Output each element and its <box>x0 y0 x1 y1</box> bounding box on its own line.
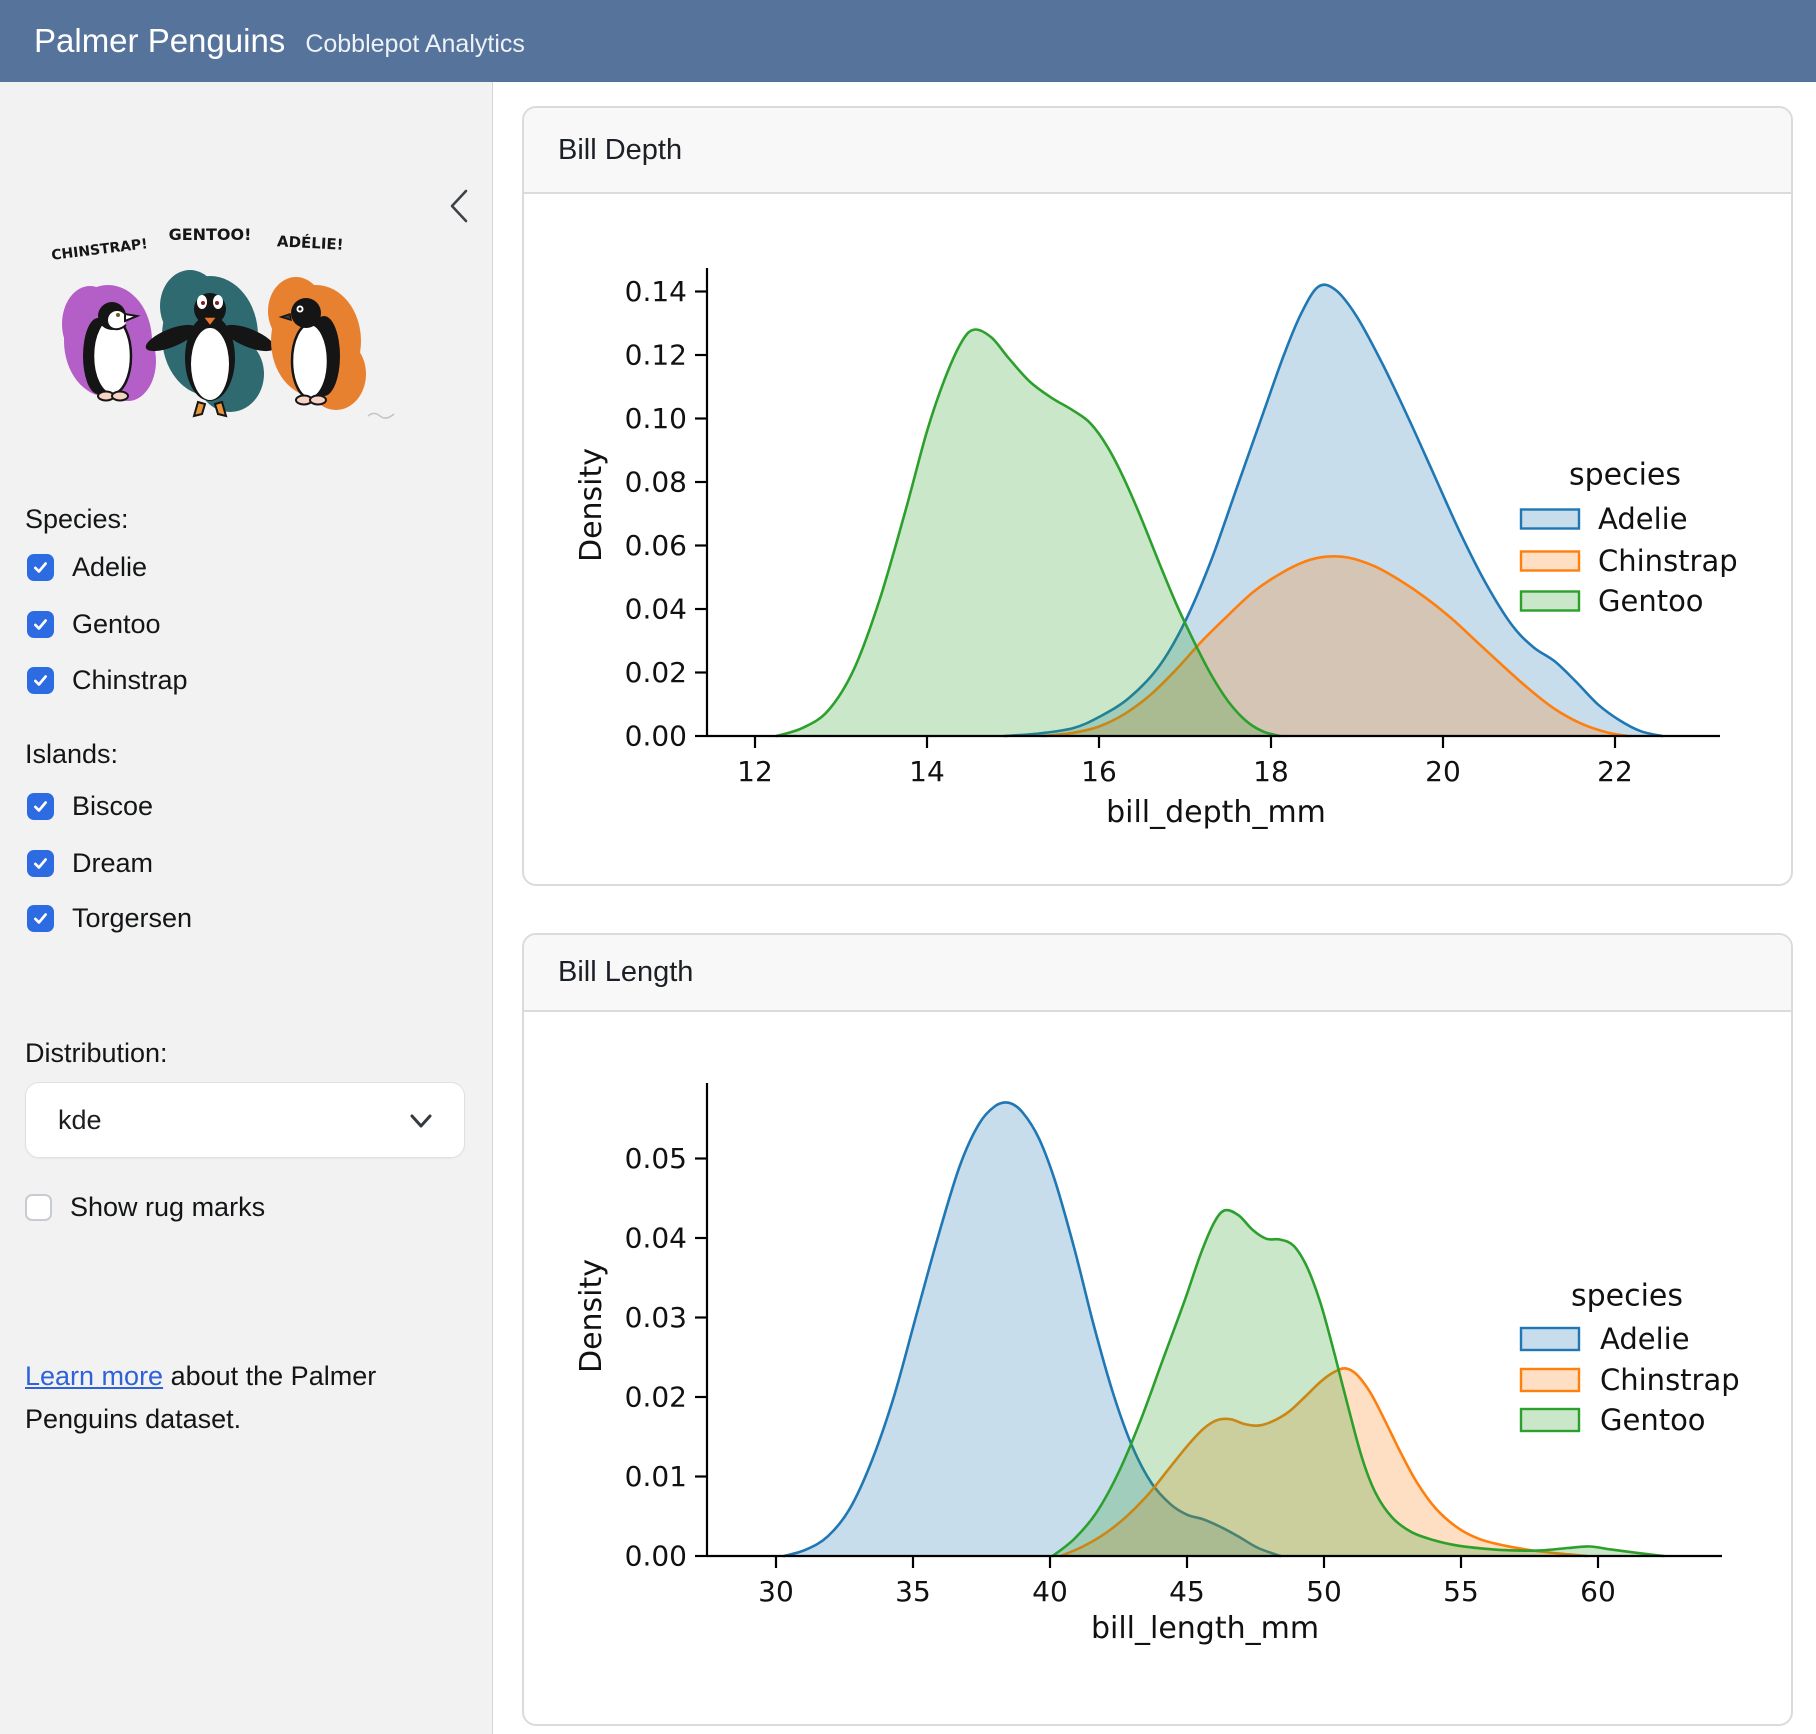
show-rug-marks-checkbox[interactable] <box>25 1194 52 1221</box>
x-tick-label: 22 <box>1597 755 1633 788</box>
x-tick-label: 18 <box>1253 755 1289 788</box>
artist-signature <box>368 414 394 419</box>
bill-length-chart: 0.00 0.01 0.02 0.03 0.04 0.05 30 35 40 45 50 55 60 bi… <box>522 1010 1793 1726</box>
check-icon <box>31 854 50 873</box>
islands-checkbox-label: Dream <box>72 848 153 879</box>
species-checkbox-chinstrap[interactable] <box>27 667 54 694</box>
legend-swatch-chinstrap <box>1521 552 1579 571</box>
legend-swatch-gentoo <box>1521 592 1579 611</box>
islands-row-dream: Dream <box>27 848 153 879</box>
x-tick-label: 35 <box>895 1575 931 1608</box>
legend-label-gentoo: Gentoo <box>1600 1403 1706 1437</box>
app-header: Palmer Penguins Cobblepot Analytics <box>0 0 1816 82</box>
legend-label-chinstrap: Chinstrap <box>1600 1363 1740 1397</box>
adelie-penguin-illustration: ADÉLIE! <box>268 231 366 410</box>
legend-label-adelie: Adelie <box>1598 502 1688 536</box>
legend-swatch-chinstrap <box>1521 1369 1579 1391</box>
check-icon <box>31 671 50 690</box>
islands-checkbox-dream[interactable] <box>27 850 54 877</box>
islands-row-torgersen: Torgersen <box>27 903 192 934</box>
x-tick-label: 60 <box>1580 1575 1616 1608</box>
species-checkbox-adelie[interactable] <box>27 554 54 581</box>
check-icon <box>31 909 50 928</box>
x-tick-label: 12 <box>737 755 773 788</box>
chinstrap-penguin-illustration: CHINSTRAP! <box>50 236 156 401</box>
x-tick-label: 14 <box>909 755 945 788</box>
y-tick-label: 0.08 <box>625 466 687 499</box>
x-tick-label: 20 <box>1425 755 1461 788</box>
y-tick-label: 0.02 <box>625 656 687 689</box>
app-subtitle: Cobblepot Analytics <box>305 30 525 59</box>
app-title: Palmer Penguins <box>34 0 285 82</box>
islands-checkbox-label: Torgersen <box>72 903 192 934</box>
learn-more-paragraph: Learn more about the Palmer Penguins dat… <box>25 1355 395 1441</box>
legend-label-adelie: Adelie <box>1600 1322 1690 1356</box>
species-checkbox-label: Gentoo <box>72 609 161 640</box>
y-tick-label: 0.02 <box>625 1381 687 1414</box>
bill-depth-card-title: Bill Depth <box>524 108 1791 194</box>
species-row-chinstrap: Chinstrap <box>27 665 188 696</box>
adelie-label: ADÉLIE! <box>277 231 344 253</box>
y-axis-label: Density <box>574 1259 609 1373</box>
y-tick-label: 0.06 <box>625 529 687 562</box>
gentoo-penguin-illustration: GENTOO! <box>143 225 278 416</box>
islands-checkbox-biscoe[interactable] <box>27 793 54 820</box>
y-tick-label: 0.10 <box>625 402 687 435</box>
check-icon <box>31 797 50 816</box>
y-tick-label: 0.00 <box>625 720 687 753</box>
distribution-label: Distribution: <box>25 1038 168 1069</box>
chevron-down-icon <box>408 1109 434 1133</box>
y-tick-label: 0.12 <box>625 339 687 372</box>
chinstrap-label: CHINSTRAP! <box>50 236 148 264</box>
sidebar: CHINSTRAP! GENTOO! <box>0 82 493 1734</box>
islands-row-biscoe: Biscoe <box>27 791 153 822</box>
legend-swatch-adelie <box>1521 510 1579 529</box>
islands-checkbox-label: Biscoe <box>72 791 153 822</box>
legend-swatch-gentoo <box>1521 1409 1579 1431</box>
y-tick-label: 0.04 <box>625 593 687 626</box>
x-axis-label: bill_depth_mm <box>1106 795 1326 830</box>
species-checkbox-label: Chinstrap <box>72 665 188 696</box>
legend-title: species <box>1569 458 1681 493</box>
species-row-gentoo: Gentoo <box>27 609 161 640</box>
x-tick-label: 30 <box>758 1575 794 1608</box>
y-tick-label: 0.00 <box>625 1540 687 1573</box>
check-icon <box>31 558 50 577</box>
y-tick-label: 0.05 <box>625 1142 687 1175</box>
y-tick-label: 0.01 <box>625 1460 687 1493</box>
legend-swatch-adelie <box>1521 1328 1579 1350</box>
species-checkbox-label: Adelie <box>72 552 147 583</box>
legend-label-chinstrap: Chinstrap <box>1598 544 1738 578</box>
legend-title: species <box>1571 1279 1683 1314</box>
islands-group-label: Islands: <box>25 739 118 770</box>
distribution-select[interactable]: kde <box>25 1082 465 1158</box>
gentoo-label: GENTOO! <box>169 225 252 244</box>
x-tick-label: 45 <box>1169 1575 1205 1608</box>
x-tick-label: 55 <box>1443 1575 1479 1608</box>
x-tick-label: 16 <box>1081 755 1117 788</box>
bill-length-card-title: Bill Length <box>524 935 1791 1012</box>
bill-depth-chart: 0.00 0.02 0.04 0.06 0.08 0.10 0.12 0.14 12 14 16 18… <box>522 192 1793 886</box>
species-row-adelie: Adelie <box>27 552 147 583</box>
y-axis-label: Density <box>574 448 609 562</box>
x-tick-label: 50 <box>1306 1575 1342 1608</box>
x-axis-label: bill_length_mm <box>1091 1611 1319 1646</box>
learn-more-link[interactable]: Learn more <box>25 1361 163 1391</box>
rug-row: Show rug marks <box>25 1192 265 1223</box>
y-tick-label: 0.14 <box>625 275 687 308</box>
x-tick-label: 40 <box>1032 1575 1068 1608</box>
islands-checkbox-torgersen[interactable] <box>27 905 54 932</box>
app-window: Palmer Penguins Cobblepot Analytics <box>0 0 1816 1734</box>
species-group-label: Species: <box>25 504 129 535</box>
distribution-select-value: kde <box>58 1105 102 1136</box>
species-checkbox-gentoo[interactable] <box>27 611 54 638</box>
check-icon <box>31 615 50 634</box>
y-tick-label: 0.04 <box>625 1222 687 1255</box>
y-tick-label: 0.03 <box>625 1301 687 1334</box>
sidebar-collapse-icon[interactable] <box>444 186 474 226</box>
show-rug-marks-label: Show rug marks <box>70 1192 265 1223</box>
legend-label-gentoo: Gentoo <box>1598 584 1704 618</box>
penguins-artwork: CHINSTRAP! GENTOO! <box>38 206 398 426</box>
